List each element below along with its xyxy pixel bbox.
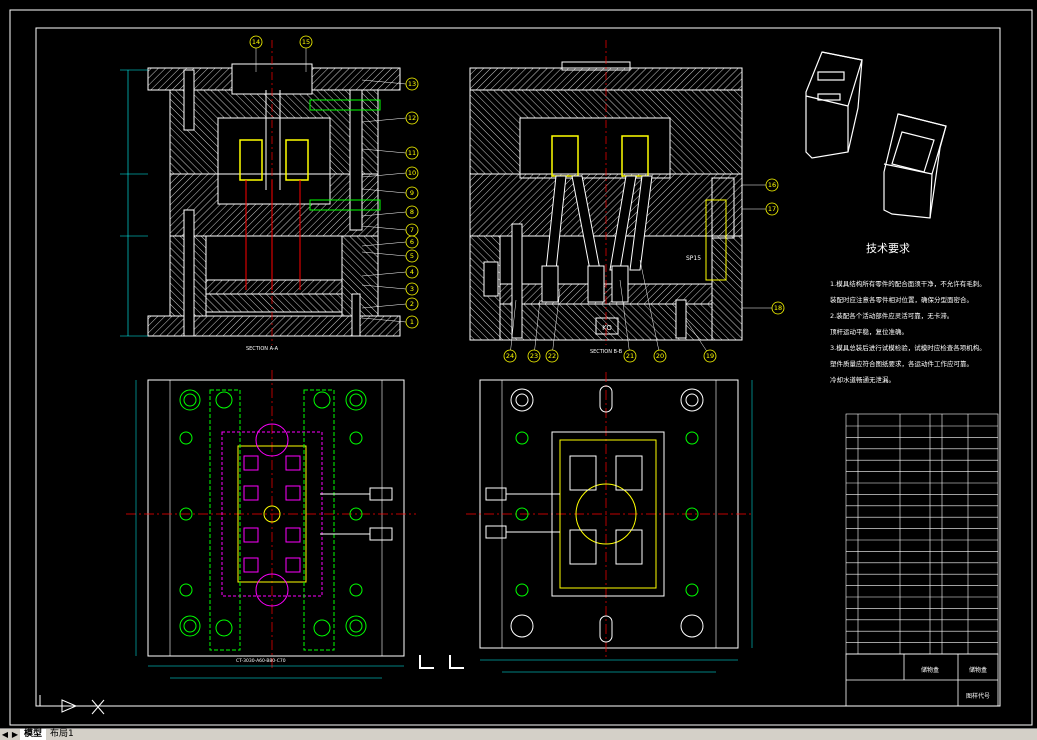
tab-nav-last[interactable]: ▶ — [10, 729, 20, 740]
svg-text:3: 3 — [410, 285, 414, 293]
parts-list-table — [845, 413, 999, 655]
title-block-name: 储物盒 — [921, 666, 939, 674]
technical-requirements: 技术要求 1.模具结构所有零件的配合面须干净，不允许有毛刺。 装配时应注意各零件… — [830, 242, 986, 384]
section-b-label: SECTION B-B — [590, 349, 623, 355]
svg-text:20: 20 — [656, 352, 664, 360]
cad-drawing-canvas[interactable]: SECTION A-A 14 1513121110987654321 KO SP1… — [0, 0, 1037, 728]
tech-line-2: 装配时应注意各零件相对位置，确保分型面密合。 — [830, 295, 973, 304]
svg-text:10: 10 — [408, 169, 416, 177]
section-a-view[interactable] — [120, 40, 401, 345]
tab-nav-first[interactable]: ◀ — [0, 729, 10, 740]
svg-text:14: 14 — [252, 38, 260, 46]
svg-text:13: 13 — [408, 80, 416, 88]
svg-text:9: 9 — [410, 189, 414, 197]
section-b-view[interactable]: KO SP15 — [469, 40, 743, 345]
tech-line-4: 顶杆运动平稳，复位准确。 — [830, 327, 908, 336]
tab-layout1[interactable]: 布局1 — [46, 729, 78, 740]
svg-text:4: 4 — [410, 268, 414, 276]
svg-text:15: 15 — [302, 38, 310, 46]
tech-line-1: 1.模具结构所有零件的配合面须干净，不允许有毛刺。 — [830, 279, 986, 288]
ucs-icon — [39, 695, 105, 715]
plan-view-left[interactable]: CT-3030-A60-B80-C70 — [126, 370, 416, 679]
callout-balloon: 18 — [742, 301, 785, 315]
svg-text:12: 12 — [408, 114, 416, 122]
tech-title: 技术要求 — [866, 242, 910, 255]
product-3d-view — [805, 51, 947, 219]
tab-model[interactable]: 模型 — [20, 729, 47, 740]
section-a-label: SECTION A-A — [246, 346, 279, 352]
svg-text:5: 5 — [410, 252, 414, 260]
svg-text:8: 8 — [410, 208, 414, 216]
svg-text:11: 11 — [408, 149, 416, 157]
svg-text:KO: KO — [602, 324, 612, 332]
svg-text:7: 7 — [410, 226, 414, 234]
tech-line-7: 冷却水道畅通无泄漏。 — [830, 375, 895, 384]
tech-line-5: 3.模具总装后进行试模检验，试模时应检查各项机构。 — [830, 343, 986, 352]
plan-view-right[interactable] — [466, 372, 753, 673]
svg-text:22: 22 — [548, 352, 556, 360]
svg-text:CT-3030-A60-B80-C70: CT-3030-A60-B80-C70 — [236, 658, 286, 664]
svg-text:23: 23 — [530, 352, 538, 360]
svg-text:24: 24 — [506, 352, 514, 360]
tech-line-3: 2.装配各个活动部件应灵活可靠，无卡滞。 — [830, 311, 953, 320]
title-block-drawing-no: 图样代号 — [966, 692, 990, 700]
svg-text:1: 1 — [410, 318, 414, 326]
svg-text:21: 21 — [626, 352, 634, 360]
callout-balloon: 17 — [742, 202, 779, 216]
layout-tab-bar: ◀ ▶ 模型 布局1 — [0, 728, 1037, 740]
spare-label: SP15 — [686, 255, 701, 262]
svg-text:17: 17 — [768, 205, 776, 213]
svg-text:18: 18 — [774, 304, 782, 312]
callout-balloon: 16 — [742, 178, 779, 192]
tech-line-6: 塑件质量应符合图纸要求，各运动件工作应可靠。 — [830, 359, 973, 368]
svg-text:2: 2 — [410, 300, 414, 308]
svg-text:16: 16 — [768, 181, 776, 189]
svg-text:6: 6 — [410, 238, 414, 246]
svg-text:19: 19 — [706, 352, 714, 360]
title-block-name-2: 储物盒 — [969, 666, 987, 674]
